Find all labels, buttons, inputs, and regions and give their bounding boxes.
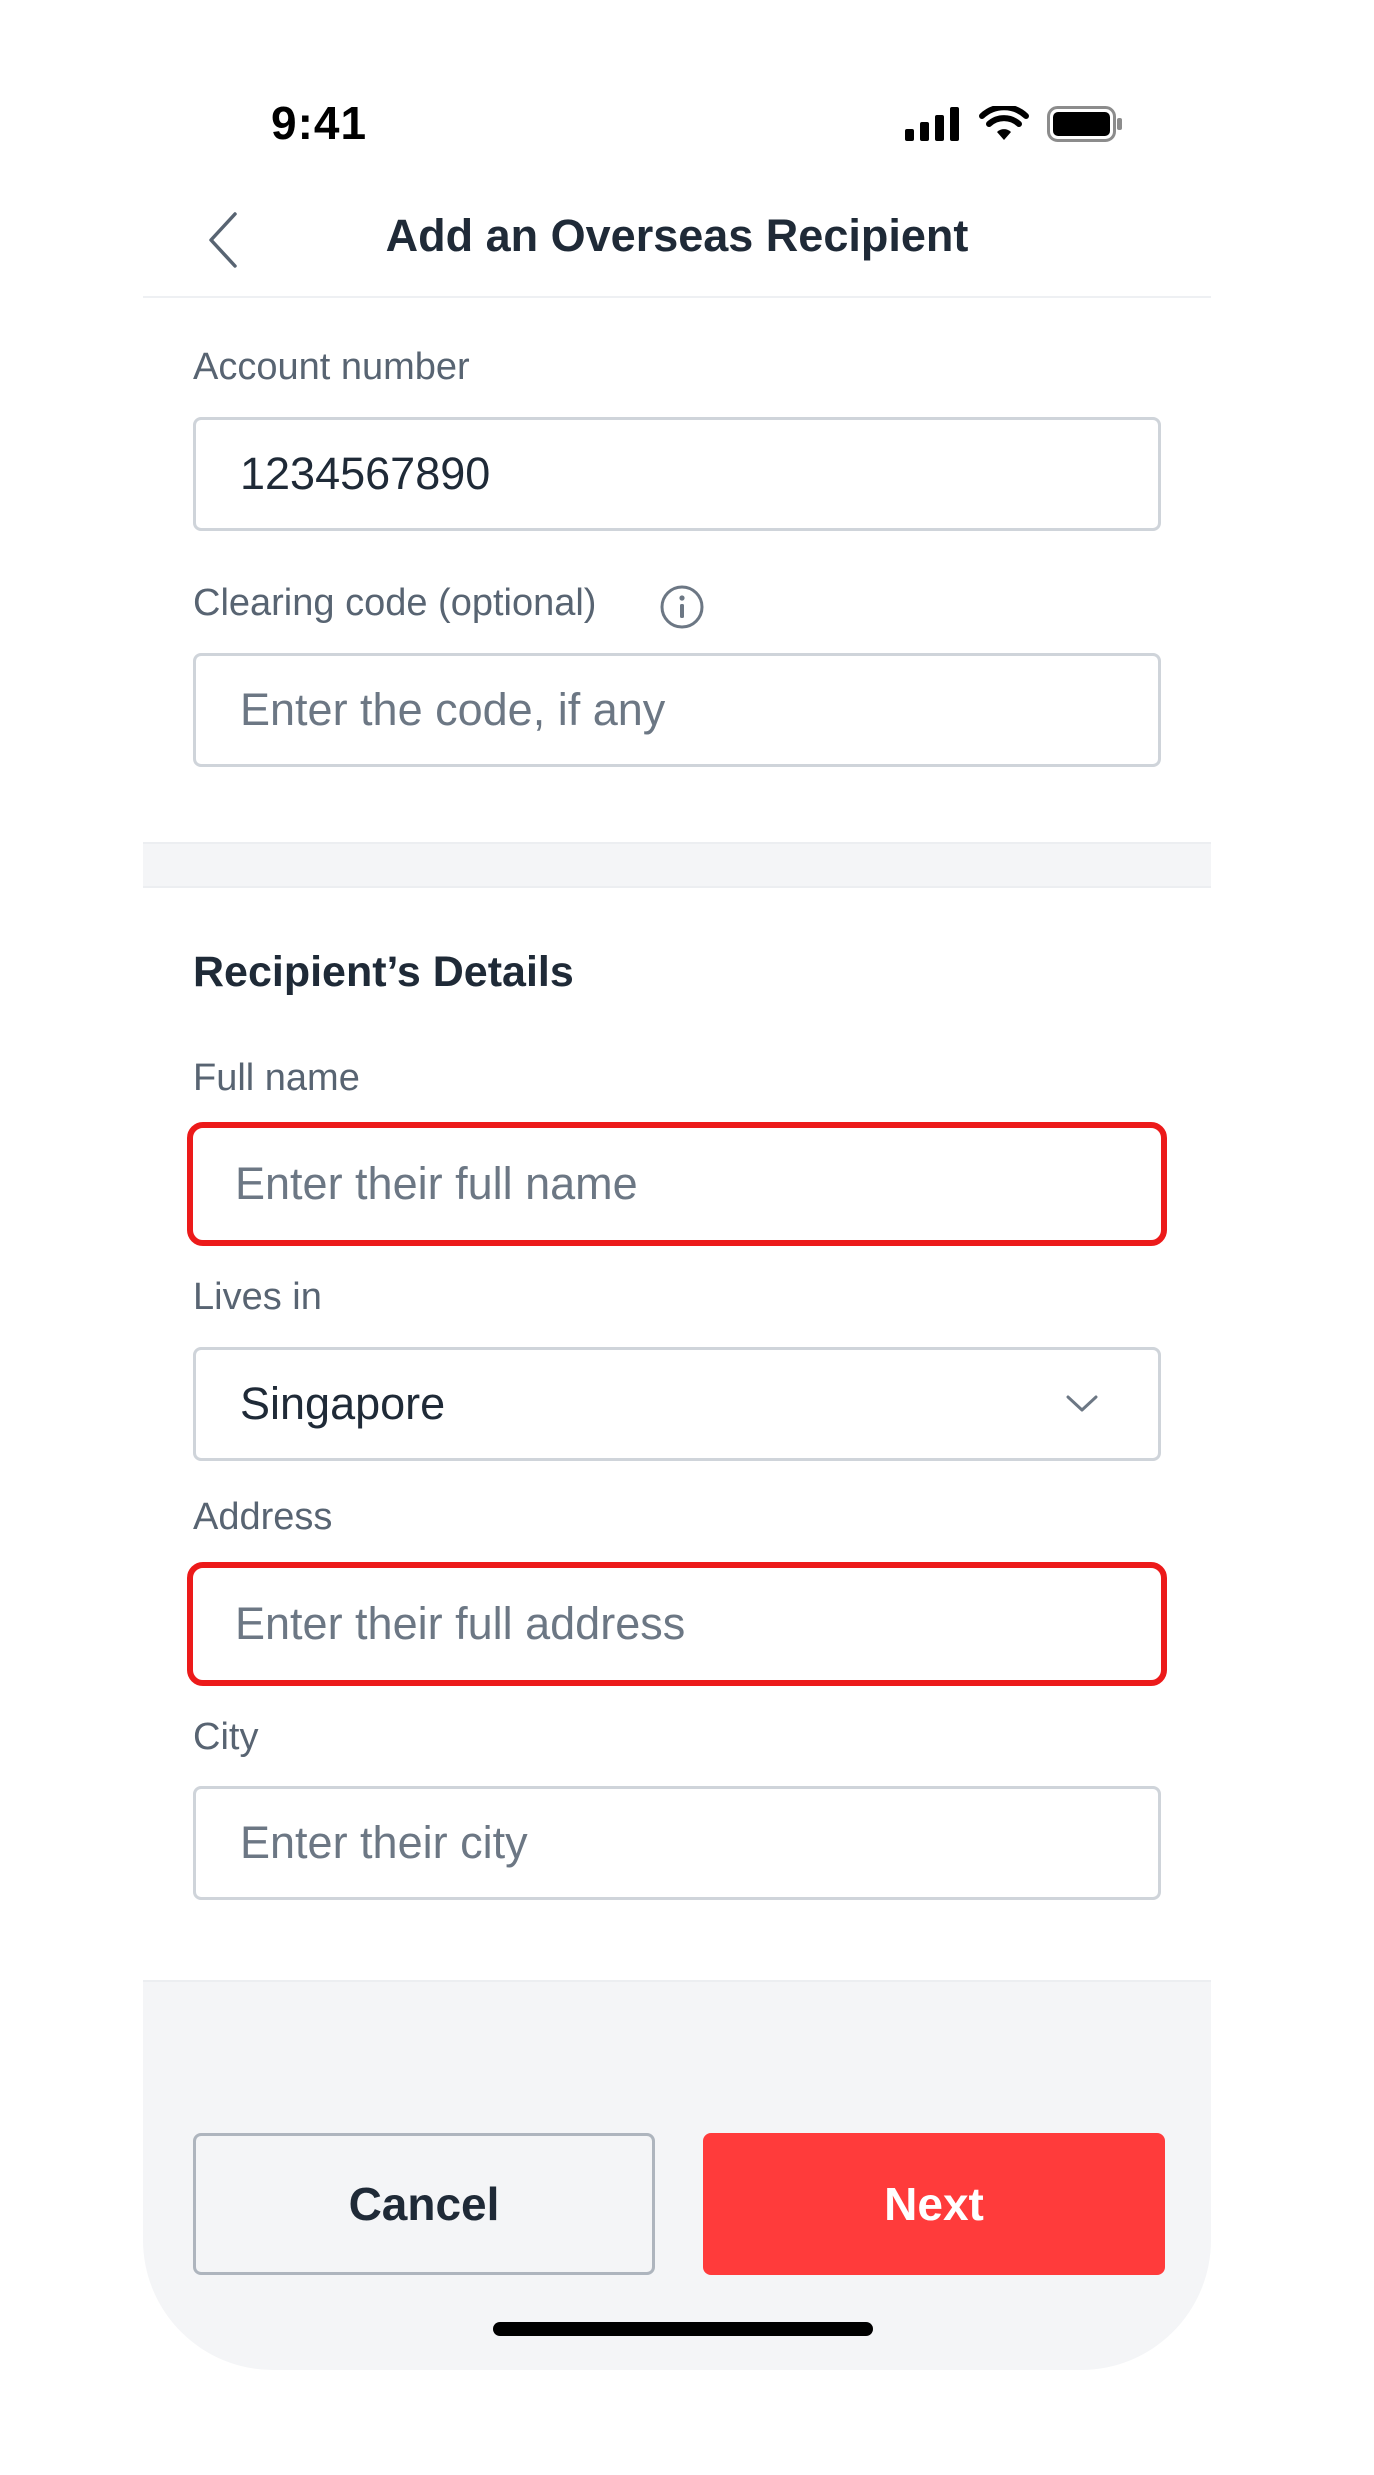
account-number-label: Account number [193,346,470,388]
clearing-code-label: Clearing code (optional) [193,582,597,624]
status-icons [905,104,1123,144]
status-time: 9:41 [271,97,368,149]
info-icon[interactable] [659,584,705,630]
city-label: City [193,1716,259,1758]
lives-in-select[interactable]: Singapore [193,1347,1161,1461]
full-name-label: Full name [193,1057,360,1099]
lives-in-value: Singapore [240,1378,446,1429]
battery-icon [1047,106,1122,142]
recipient-details-heading: Recipient’s Details [193,948,574,996]
account-number-input[interactable] [196,420,1158,528]
city-input[interactable] [196,1789,1158,1897]
section-divider [143,842,1211,888]
chevron-down-icon [1052,1384,1112,1424]
wifi-icon [979,106,1029,140]
clearing-code-input[interactable] [196,656,1158,764]
status-bar: 9:41 [143,0,1211,180]
address-input[interactable] [193,1568,1161,1680]
account-number-field[interactable] [193,417,1161,531]
lives-in-label: Lives in [193,1276,322,1318]
clearing-code-field[interactable] [193,653,1161,767]
city-field[interactable] [193,1786,1161,1900]
address-label: Address [193,1496,333,1538]
phone-screen: 9:41 Add an Overseas Recipient Account n… [143,0,1211,2370]
full-name-field[interactable] [187,1122,1167,1246]
full-name-input[interactable] [193,1128,1161,1240]
signal-icon [905,107,959,141]
cancel-button[interactable]: Cancel [193,2133,655,2275]
next-button[interactable]: Next [703,2133,1165,2275]
nav-header: Add an Overseas Recipient [143,180,1211,298]
home-indicator[interactable] [493,2322,873,2336]
address-field[interactable] [187,1562,1167,1686]
page-title: Add an Overseas Recipient [385,210,969,261]
